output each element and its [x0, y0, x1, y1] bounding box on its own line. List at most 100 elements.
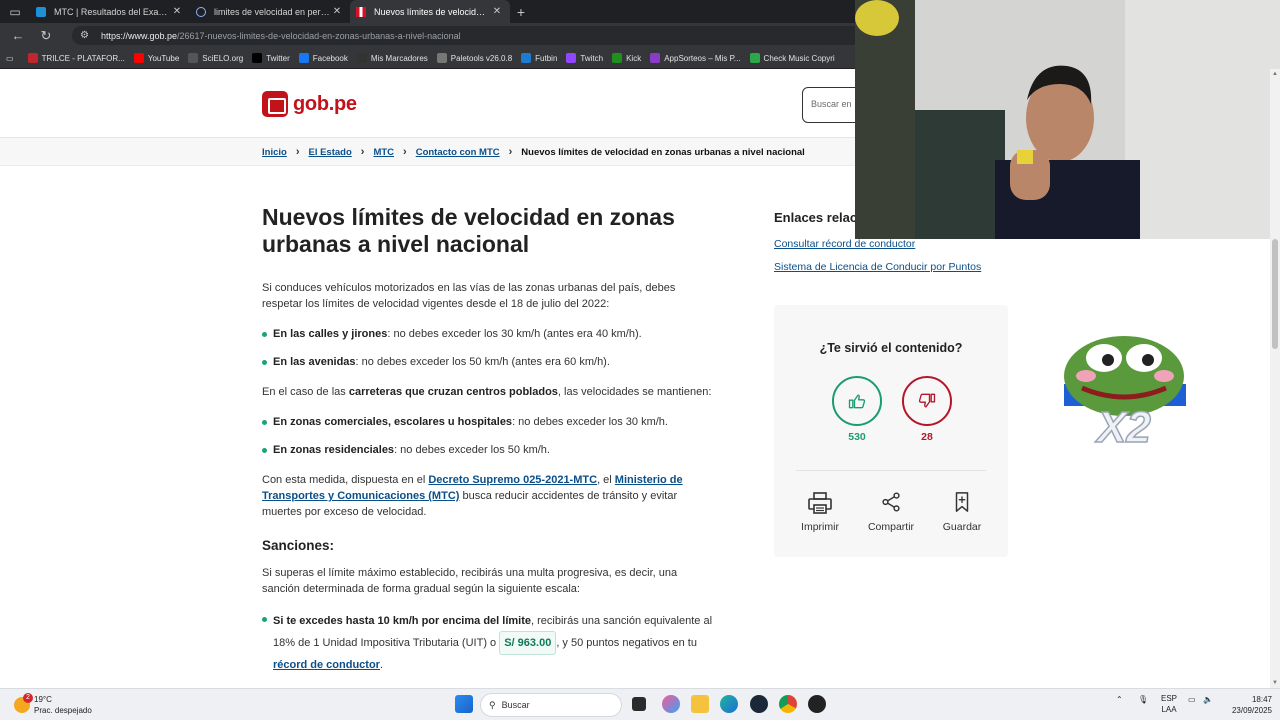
breadcrumb-inicio[interactable]: Inicio — [262, 147, 287, 158]
futbin-icon — [521, 53, 532, 63]
bookmark-label: Futbin — [535, 53, 558, 63]
list-item-text: : no debes exceder los 50 km/h (antes er… — [355, 356, 610, 368]
related-link-record[interactable]: Consultar récord de conductor — [774, 238, 981, 250]
chevron-right-icon: › — [295, 146, 300, 158]
page-title: Nuevos límites de velocidad en zonas urb… — [262, 204, 675, 257]
bookmark-item[interactable]: Futbin — [521, 53, 557, 63]
tray-chevron-icon[interactable]: ⌃ — [1116, 695, 1123, 704]
bookmark-item[interactable]: Mis Marcadores — [356, 53, 428, 63]
microphone-icon[interactable]: 🎙 — [1138, 695, 1148, 704]
print-button[interactable]: Imprimir — [785, 491, 855, 533]
youtube-icon — [133, 53, 144, 63]
thumbs-up-icon — [848, 394, 866, 409]
bookmark-label: Twitter — [266, 53, 290, 63]
tab-busqueda[interactable]: limites de velocidad en peru - Bú ✕ — [190, 0, 350, 23]
weather-sun-icon: 2 — [14, 693, 33, 713]
bookmark-item[interactable]: Check Music Copyri — [749, 53, 835, 63]
task-view-icon[interactable] — [632, 697, 646, 711]
bookmark-item[interactable]: YouTube — [133, 53, 179, 63]
weather-widget[interactable]: 2 19°C Prac. despejado — [14, 693, 92, 716]
bookmark-item[interactable]: Paletools v26.0.8 — [436, 53, 513, 63]
sanction-text: , y 50 puntos negativos en tu — [556, 637, 697, 649]
language-indicator[interactable]: ESP LAA — [1161, 693, 1177, 715]
bookmark-label: SciELO.org — [202, 53, 244, 63]
taskbar-search[interactable]: ⚲ Buscar — [480, 693, 622, 717]
list-item-text: : no debes exceder los 30 km/h. — [512, 416, 668, 428]
xbox-icon[interactable] — [808, 695, 826, 713]
related-link-licencia[interactable]: Sistema de Licencia de Conducir por Punt… — [774, 261, 981, 273]
bookmark-label: Facebook — [312, 53, 348, 63]
feedback-card: ¿Te sirvió el contenido? 530 28 Imprimir… — [774, 305, 1008, 557]
temperature: 19°C — [34, 695, 52, 704]
tab-search-icon[interactable]: ▭ — [0, 0, 30, 23]
gob-pe-logo[interactable]: gob.pe — [262, 91, 357, 117]
list-item: Si te excedes hasta 10 km/h por encima d… — [262, 611, 714, 675]
bookmark-label: Check Music Copyri — [763, 53, 835, 63]
tab-nuevos-limites[interactable]: Nuevos límites de velocidad en zo ✕ — [350, 0, 510, 23]
chrome-icon[interactable] — [779, 695, 797, 713]
save-button[interactable]: Guardar — [927, 491, 997, 533]
x-icon — [252, 53, 263, 63]
webcam-overlay — [855, 0, 1280, 239]
windows-start-icon[interactable] — [455, 695, 473, 713]
trilce-icon — [27, 53, 38, 63]
site-info-icon[interactable]: ⚙ — [80, 30, 89, 41]
scroll-up-icon[interactable]: ▲ — [1272, 71, 1278, 77]
bookmark-item[interactable]: AppSorteos – Mis P... — [650, 53, 741, 63]
back-icon[interactable]: ← — [4, 23, 32, 48]
peru-flag-favicon-icon — [356, 6, 366, 17]
bookmark-item[interactable]: TRILCE - PLATAFOR... — [27, 53, 125, 63]
twitch-icon — [566, 53, 577, 63]
bookmark-label: Kick — [626, 53, 642, 63]
close-tab-icon[interactable]: ✕ — [330, 6, 344, 17]
copilot-icon[interactable] — [662, 695, 680, 713]
apps-icon[interactable]: ▭ — [6, 54, 14, 63]
intro-paragraph: Si conduces vehículos motorizados en las… — [262, 282, 676, 310]
tab-mtc-resultados[interactable]: MTC | Resultados del Examen de ✕ — [30, 0, 190, 23]
file-explorer-icon[interactable] — [691, 695, 709, 713]
notification-badge: 2 — [23, 693, 33, 703]
scrollbar-thumb[interactable] — [1272, 239, 1278, 349]
edge-icon[interactable] — [720, 695, 738, 713]
bookmark-item[interactable]: Twitter — [252, 53, 290, 63]
bookmark-label: TRILCE - PLATAFOR... — [41, 53, 125, 63]
globe-icon — [436, 53, 447, 63]
network-icon[interactable]: ▭ — [1188, 695, 1196, 704]
close-tab-icon[interactable]: ✕ — [170, 6, 184, 17]
scroll-down-icon[interactable]: ▼ — [1272, 680, 1278, 686]
mtc-favicon-icon — [36, 6, 46, 17]
breadcrumb-current: Nuevos límites de velocidad en zonas urb… — [521, 146, 805, 158]
new-tab-icon[interactable]: + — [510, 4, 532, 20]
breadcrumb-contacto[interactable]: Contacto con MTC — [416, 147, 500, 158]
steam-icon[interactable] — [750, 695, 768, 713]
windows-taskbar: 2 19°C Prac. despejado ⚲ Buscar ⌃ 🎙 ESP LA… — [0, 688, 1280, 720]
volume-icon[interactable]: 🔈 — [1203, 695, 1213, 704]
tab-title: MTC | Resultados del Examen de — [54, 6, 170, 17]
search-placeholder: Buscar en — [811, 99, 852, 109]
thumbs-up-button[interactable] — [832, 376, 882, 426]
bookmark-item[interactable]: Kick — [612, 53, 641, 63]
bookmark-item[interactable]: Twitch — [566, 53, 603, 63]
bookmark-label: Paletools v26.0.8 — [450, 53, 513, 63]
roads-text: En el caso de las — [262, 386, 349, 398]
breadcrumb-el-estado[interactable]: El Estado — [308, 147, 351, 158]
bookmark-item[interactable]: SciELO.org — [188, 53, 243, 63]
breadcrumb-mtc[interactable]: MTC — [373, 147, 394, 158]
bookmark-add-icon — [955, 492, 969, 512]
record-conductor-link[interactable]: récord de conductor — [273, 659, 380, 671]
decreto-supremo-link[interactable]: Decreto Supremo 025-2021-MTC — [428, 474, 597, 486]
clock-date: 23/09/2025 — [1231, 706, 1272, 715]
road-limits-list: En zonas comerciales, escolares u hospit… — [262, 414, 714, 458]
bookmark-item[interactable]: Facebook — [298, 53, 348, 63]
share-button[interactable]: Compartir — [856, 491, 926, 533]
url-field[interactable]: ⚙ https://www.gob.pe/26617-nuevos-limite… — [72, 26, 862, 45]
reload-icon[interactable]: ↻ — [32, 23, 60, 48]
printer-icon — [808, 492, 832, 514]
clock[interactable]: 18:47 23/09/2025 — [1232, 694, 1272, 716]
close-tab-icon[interactable]: ✕ — [490, 6, 504, 17]
weather-description: Prac. despejado — [34, 706, 92, 715]
peru-seal-icon — [262, 91, 288, 117]
print-label: Imprimir — [801, 521, 839, 533]
page-scrollbar[interactable]: ▲ ▼ — [1270, 69, 1280, 688]
thumbs-down-button[interactable] — [902, 376, 952, 426]
